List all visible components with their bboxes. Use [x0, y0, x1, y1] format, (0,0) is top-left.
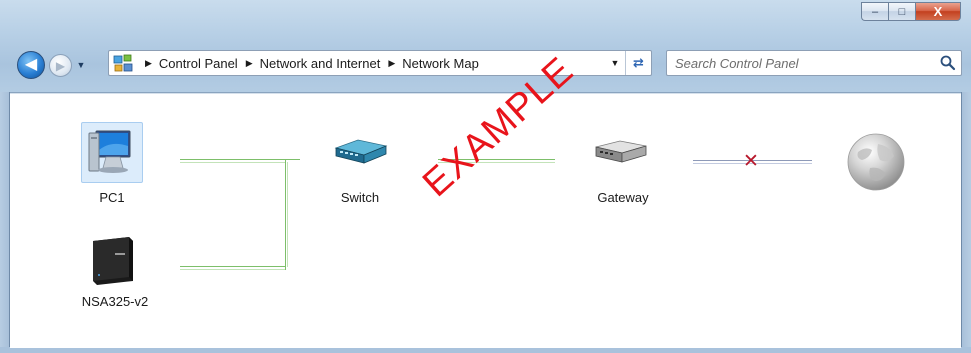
navigation-bar: ◀ ▶ ▼ ▶ Control Panel ▶ Network and Inte…	[0, 46, 971, 82]
network-map-area: PC1 NSA325-v2 Switch Gateway ✕ EXAMPLE	[10, 49, 961, 348]
close-button[interactable]: X	[915, 2, 961, 21]
back-arrow-icon: ◀	[24, 56, 38, 73]
forward-button[interactable]: ▶	[49, 54, 72, 77]
breadcrumb-separator-icon[interactable]: ▶	[246, 58, 253, 69]
pc1-label[interactable]: PC1	[82, 190, 142, 205]
search-box	[666, 50, 962, 76]
address-history-dropdown[interactable]: ▼	[607, 51, 623, 75]
back-button[interactable]: ◀	[17, 51, 45, 79]
window-frame-right	[961, 92, 971, 353]
nas-label[interactable]: NSA325-v2	[70, 294, 160, 309]
explorer-window: – □ X ◀ ▶ ▼ ▶ Control Panel ▶ Network an…	[0, 0, 971, 353]
control-panel-icon	[113, 54, 133, 72]
forward-arrow-icon: ▶	[55, 58, 66, 73]
broken-connection-icon[interactable]: ✕	[743, 152, 759, 171]
switch-icon[interactable]	[332, 136, 390, 168]
computer-icon[interactable]	[86, 126, 138, 178]
breadcrumb-separator-icon[interactable]: ▶	[388, 58, 395, 69]
breadcrumb-network-and-internet[interactable]: Network and Internet	[260, 56, 381, 71]
breadcrumb: ▶ Control Panel ▶ Network and Internet ▶…	[137, 51, 479, 75]
search-icon[interactable]	[939, 54, 957, 72]
wired-connections	[180, 159, 555, 270]
network-map: PC1 NSA325-v2 Switch Gateway ✕ EXAMPLE	[10, 49, 961, 348]
switch-label[interactable]: Switch	[330, 190, 390, 205]
search-input[interactable]	[667, 51, 929, 75]
refresh-icon: ⇄	[633, 55, 644, 70]
breadcrumb-separator-icon[interactable]: ▶	[145, 58, 152, 69]
caption-buttons: – □ X	[861, 2, 961, 23]
breadcrumb-network-map[interactable]: Network Map	[402, 56, 479, 71]
gateway-router-icon[interactable]	[590, 138, 650, 168]
maximize-button[interactable]: □	[888, 2, 915, 21]
minimize-button[interactable]: –	[861, 2, 888, 21]
globe-icon[interactable]	[844, 130, 908, 194]
nas-storage-icon[interactable]	[85, 231, 141, 287]
window-frame-left	[0, 92, 10, 353]
recent-pages-dropdown[interactable]: ▼	[76, 60, 86, 70]
refresh-button[interactable]: ⇄	[625, 51, 651, 75]
breadcrumb-control-panel[interactable]: Control Panel	[159, 56, 238, 71]
gateway-label[interactable]: Gateway	[583, 190, 663, 205]
